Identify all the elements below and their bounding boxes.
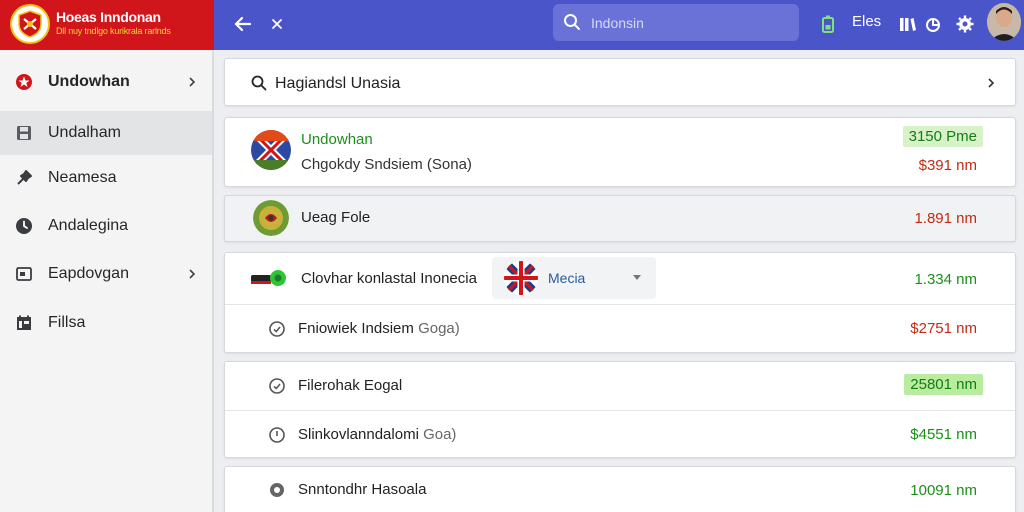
list-item[interactable]: Ueag Fole 1.891 nm: [224, 195, 1016, 242]
item-amount: 1.334 nm: [914, 271, 977, 288]
radio-icon[interactable]: [268, 320, 286, 338]
brand-area[interactable]: Hoeas Inndonan Dll nuy tndlgo kurikrala …: [0, 0, 214, 50]
emblem-icon: [253, 200, 289, 236]
sidebar-item-label: Undalham: [48, 124, 121, 141]
brand-title: Hoeas Inndonan: [56, 9, 161, 25]
item-title: Filerohak Eogal: [298, 377, 403, 394]
close-icon: [272, 19, 282, 29]
toggle-icon[interactable]: [251, 266, 287, 290]
sidebar-item-label: Undowhan: [48, 73, 130, 90]
item-title: Clovhar konlastal Inonecia: [301, 270, 477, 287]
union-flag-icon: [504, 261, 538, 295]
item-amount: $2751 nm: [910, 320, 977, 337]
star-badge-icon: [14, 72, 34, 92]
files-label[interactable]: Eles: [852, 13, 881, 30]
chevron-right-icon[interactable]: [985, 76, 997, 90]
radio-icon[interactable]: [268, 481, 286, 499]
chevron-down-icon: [633, 275, 641, 280]
chevron-right-icon: [189, 269, 196, 279]
chevron-right-icon: [189, 77, 196, 87]
item-badge: 25801 nm: [904, 374, 983, 395]
calendar-icon: [14, 313, 34, 333]
clock-icon: [14, 216, 34, 236]
radio-icon[interactable]: [268, 426, 286, 444]
user-avatar[interactable]: [987, 3, 1021, 41]
radio-icon[interactable]: [268, 377, 286, 395]
item-badge: 3150 Pme: [902, 126, 983, 147]
region-select[interactable]: Mecia: [492, 257, 656, 299]
gear-icon: [956, 15, 974, 33]
item-title: Ueag Fole: [301, 209, 371, 226]
item-amount: 1.891 nm: [914, 210, 977, 227]
item-title: Undowhan: [301, 131, 373, 148]
brand-logo: [10, 4, 50, 44]
sidebar: Undowhan Undalham Neamesa Andalegina Eap…: [0, 50, 214, 512]
item-title: Slinkovlanndalomi Goa): [298, 426, 457, 443]
battery-button[interactable]: [813, 9, 843, 39]
settings-button[interactable]: [950, 9, 980, 39]
item-amount: 10091 nm: [910, 482, 977, 499]
main-search-text[interactable]: Hagiandsl Unasia: [275, 75, 400, 93]
stats-button[interactable]: [918, 9, 948, 39]
sidebar-item-neamesa[interactable]: Neamesa: [0, 156, 212, 200]
search-input[interactable]: [591, 12, 791, 34]
search-icon: [251, 75, 267, 91]
shield-logo-icon: [18, 10, 42, 38]
sidebar-item-undalham[interactable]: Undalham: [0, 111, 212, 155]
close-button[interactable]: [262, 9, 292, 39]
sidebar-item-andalegina[interactable]: Andalegina: [0, 204, 212, 248]
list-group: Snntondhr Hasoala 10091 nm: [224, 466, 1016, 512]
save-icon: [14, 123, 34, 143]
item-title: Snntondhr Hasoala: [298, 481, 427, 498]
back-button[interactable]: [228, 9, 258, 39]
library-icon: [900, 18, 916, 31]
sidebar-item-label: Neamesa: [48, 169, 117, 186]
sidebar-item-label: Eapdovgan: [48, 265, 129, 282]
main-search-bar[interactable]: Hagiandsl Unasia: [224, 58, 1016, 106]
sidebar-item-undowhan[interactable]: Undowhan: [0, 60, 212, 104]
top-bar: Hoeas Inndonan Dll nuy tndlgo kurikrala …: [0, 0, 1024, 50]
item-amount: $4551 nm: [910, 426, 977, 443]
list-item[interactable]: Undowhan Chgokdy Sndsiem (Sona) 3150 Pme…: [224, 117, 1016, 187]
sidebar-item-eapdovgan[interactable]: Eapdovgan: [0, 252, 212, 296]
sidebar-item-label: Fillsa: [48, 314, 86, 331]
pin-icon: [14, 168, 34, 188]
chart-pie-icon: [926, 18, 940, 32]
list-group: Clovhar konlastal Inonecia Mecia 1.334 n…: [224, 252, 1016, 353]
brand-subtitle: Dll nuy tndlgo kurikrala rarlnds: [56, 26, 171, 36]
item-amount: $391 nm: [918, 157, 977, 174]
search-bar[interactable]: [553, 4, 799, 41]
flag-badge-icon: [251, 130, 291, 170]
sidebar-item-fillsa[interactable]: Fillsa: [0, 301, 212, 345]
folder-icon: [14, 264, 34, 284]
sidebar-item-label: Andalegina: [48, 217, 129, 234]
search-icon: [564, 14, 580, 30]
select-value: Mecia: [548, 270, 586, 286]
item-title: Fniowiek Indsiem Goga): [298, 320, 460, 337]
arrow-left-icon: [234, 16, 252, 32]
battery-icon: [822, 15, 834, 33]
divider: [225, 304, 1015, 305]
divider: [225, 410, 1015, 411]
list-group: Filerohak Eogal 25801 nm Slinkovlanndalo…: [224, 361, 1016, 458]
item-subtitle: Chgokdy Sndsiem (Sona): [301, 156, 472, 173]
user-photo-icon: [987, 3, 1021, 41]
